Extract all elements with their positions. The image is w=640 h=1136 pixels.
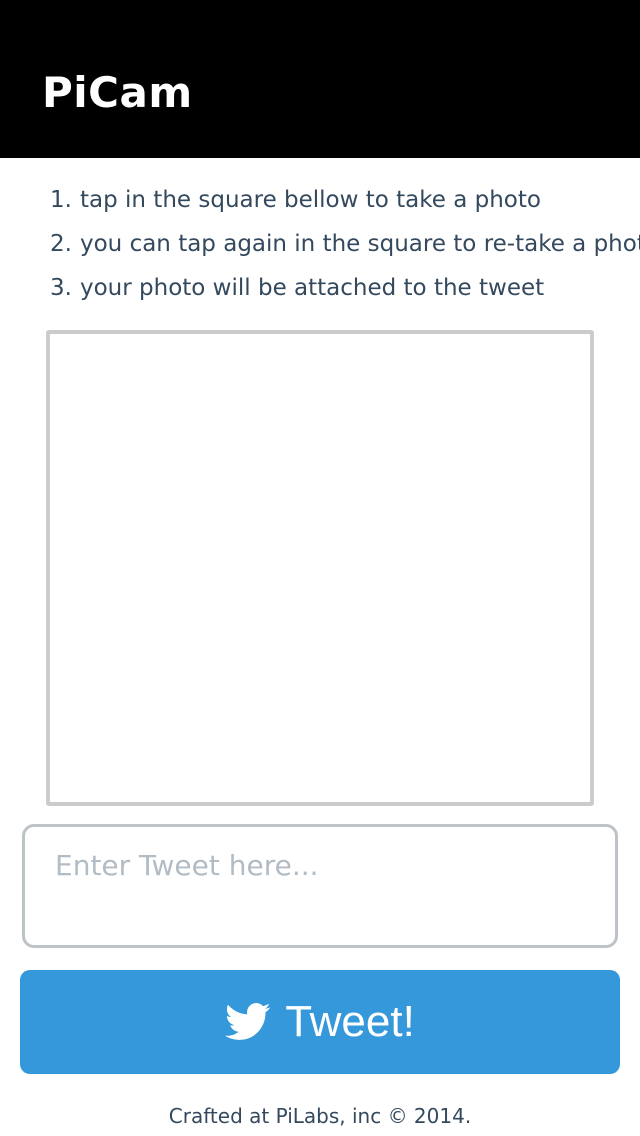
picam-app: PiCam 1. tap in the square bellow to tak… — [0, 0, 640, 1136]
tweet-input[interactable] — [22, 824, 618, 948]
twitter-bird-icon — [225, 1003, 271, 1040]
header-bar: PiCam — [0, 0, 640, 158]
instruction-text: tap in the square bellow to take a photo — [80, 187, 541, 213]
instruction-number: 3. — [50, 275, 72, 301]
instruction-text: your photo will be attached to the tweet — [80, 275, 545, 301]
tweet-button-label: Tweet! — [285, 997, 415, 1046]
photo-capture-square[interactable] — [46, 330, 594, 806]
instruction-text: you can tap again in the square to re-ta… — [80, 231, 640, 257]
instruction-item: 3. your photo will be attached to the tw… — [0, 268, 640, 312]
footer-credit: Crafted at PiLabs, inc © 2014. — [168, 1104, 472, 1128]
instruction-number: 1. — [50, 187, 72, 213]
instructions-list: 1. tap in the square bellow to take a ph… — [0, 180, 640, 312]
tweet-button[interactable]: Tweet! — [20, 970, 620, 1074]
instruction-item: 1. tap in the square bellow to take a ph… — [0, 180, 640, 224]
instruction-item: 2. you can tap again in the square to re… — [0, 224, 640, 268]
app-title: PiCam — [42, 68, 193, 117]
instruction-number: 2. — [50, 231, 72, 257]
